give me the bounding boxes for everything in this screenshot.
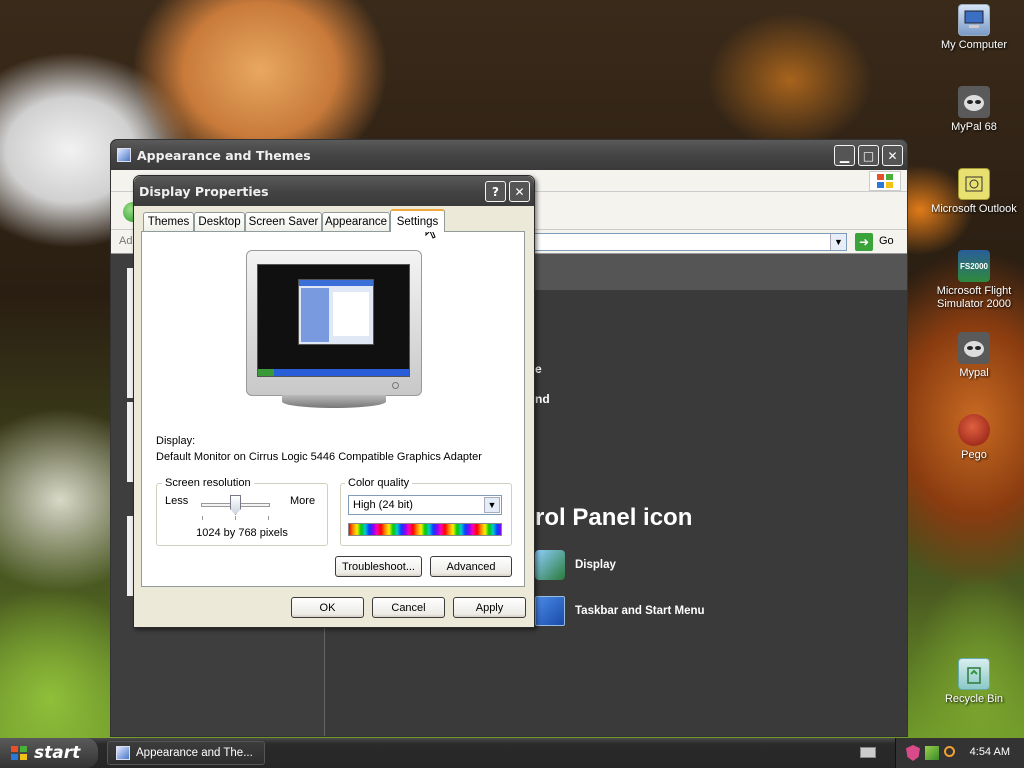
control-panel-window-icon (116, 746, 130, 760)
display-icon (535, 550, 565, 580)
recycle-bin-icon (958, 658, 990, 690)
control-panel-heading: rol Panel icon (535, 504, 693, 531)
dialog-close-button[interactable]: ✕ (509, 181, 530, 202)
raccoon-shortcut-icon (958, 332, 990, 364)
screen-resolution-title: Screen resolution (162, 477, 254, 489)
desktop-icon-recycle-bin[interactable]: Recycle Bin (929, 658, 1019, 706)
preview-taskbar (258, 369, 409, 376)
computer-icon (958, 4, 990, 36)
resolution-more-label: More (290, 495, 316, 507)
security-shield-icon[interactable] (906, 745, 920, 761)
dialog-title: Display Properties (139, 183, 269, 199)
desktop-icon-label: Pego (961, 449, 987, 461)
tab-appearance[interactable]: Appearance (322, 212, 390, 231)
flight-simulator-badge: FS2000 (959, 261, 989, 271)
taskbar-control-panel-icon[interactable]: Taskbar and Start Menu (535, 596, 705, 626)
ok-button[interactable]: OK (291, 597, 364, 618)
taskbar-item-appearance[interactable]: Appearance and The... (107, 741, 265, 765)
monitor-power-button (392, 382, 399, 389)
taskbar: start Appearance and The... 4:54 AM (0, 738, 1024, 768)
resolution-slider-tick-right (268, 516, 269, 520)
display-label: Display (575, 559, 616, 571)
window-icon (117, 148, 131, 162)
outlook-icon (958, 168, 990, 200)
display-label: Display: (156, 435, 196, 447)
desktop-icon-label: Mypal (959, 367, 989, 379)
desktop-icon-pego[interactable]: Pego (929, 414, 1019, 462)
go-button-label[interactable]: Go (879, 235, 894, 247)
resolution-less-label: Less (165, 495, 189, 507)
color-quality-title: Color quality (345, 477, 413, 489)
preview-window (298, 279, 374, 345)
desktop-icon-label: MyPal 68 (951, 121, 997, 133)
keyboard-icon[interactable] (860, 747, 876, 758)
network-icon[interactable] (925, 746, 939, 760)
maximize-button[interactable]: □ (858, 145, 879, 166)
preview-start-button (258, 369, 274, 376)
desktop-icon-mypal68[interactable]: MyPal 68 (929, 86, 1019, 134)
preview-window-content (333, 292, 369, 336)
taskbar-start-menu-icon (535, 596, 565, 626)
control-panel-title-bar: Appearance and Themes ▁ □ ✕ (111, 140, 907, 170)
advanced-button[interactable]: Advanced (430, 556, 512, 577)
start-button[interactable]: start (0, 738, 98, 768)
desktop-icon-label: Recycle Bin (944, 693, 1004, 705)
desktop-icon-label: Microsoft Flight Simulator 2000 (936, 285, 1012, 310)
preview-window-title (299, 280, 373, 286)
content-text-fragment: e (535, 362, 542, 376)
help-button[interactable]: ? (485, 181, 506, 202)
cancel-button[interactable]: Cancel (372, 597, 445, 618)
clock: 4:54 AM (969, 746, 1010, 758)
go-arrow-icon[interactable]: ➜ (855, 233, 873, 251)
minimize-button[interactable]: ▁ (834, 145, 855, 166)
monitor-stand (282, 395, 386, 408)
desktop-icon-flight-simulator[interactable]: FS2000 Microsoft Flight Simulator 2000 (929, 250, 1019, 311)
address-dropdown-button[interactable]: ▼ (830, 234, 846, 250)
monitor-preview (246, 250, 422, 396)
taskbar-start-menu-label: Taskbar and Start Menu (575, 605, 705, 617)
chevron-down-icon[interactable]: ▼ (484, 497, 500, 513)
tab-desktop[interactable]: Desktop (194, 212, 245, 231)
color-quality-value: High (24 bit) (353, 499, 413, 511)
search-icon[interactable] (944, 746, 955, 757)
pego-shortcut-icon (958, 414, 990, 446)
resolution-slider-tick-mid (235, 516, 236, 520)
resolution-slider-tick-left (202, 516, 203, 520)
resolution-value: 1024 by 768 pixels (196, 527, 288, 539)
raccoon-shortcut-icon (958, 86, 990, 118)
color-quality-spectrum (348, 523, 502, 536)
tab-themes[interactable]: Themes (143, 212, 194, 231)
control-panel-title: Appearance and Themes (137, 147, 311, 163)
desktop-icon-label: My Computer (940, 39, 1008, 51)
display-control-panel-icon[interactable]: Display (535, 550, 616, 580)
start-label: start (34, 743, 81, 763)
desktop-icon-my-computer[interactable]: My Computer (929, 4, 1019, 52)
content-text-fragment: nd (535, 392, 550, 406)
windows-flag-icon (11, 746, 27, 760)
taskbar-item-label: Appearance and The... (136, 747, 253, 759)
desktop-icon-label: Microsoft Outlook (931, 203, 1017, 215)
windows-logo-icon (869, 171, 901, 191)
display-adapter-name: Default Monitor on Cirrus Logic 5446 Com… (156, 451, 482, 463)
troubleshoot-button[interactable]: Troubleshoot... (335, 556, 422, 577)
monitor-screen (257, 264, 410, 377)
tab-settings[interactable]: Settings (390, 209, 445, 232)
apply-button[interactable]: Apply (453, 597, 526, 618)
preview-window-pane (301, 288, 329, 342)
dialog-title-bar: Display Properties ? ✕ (134, 176, 534, 206)
system-tray: 4:54 AM (895, 738, 1024, 768)
color-quality-select[interactable]: High (24 bit) ▼ (348, 495, 502, 515)
address-label: Ad (119, 235, 133, 247)
flight-simulator-icon: FS2000 (958, 250, 990, 282)
desktop-icon-outlook[interactable]: Microsoft Outlook (929, 168, 1019, 216)
tab-screen-saver[interactable]: Screen Saver (245, 212, 322, 231)
address-input[interactable]: ▼ (531, 233, 847, 251)
desktop-icon-mypal[interactable]: Mypal (929, 332, 1019, 380)
close-button[interactable]: ✕ (882, 145, 903, 166)
